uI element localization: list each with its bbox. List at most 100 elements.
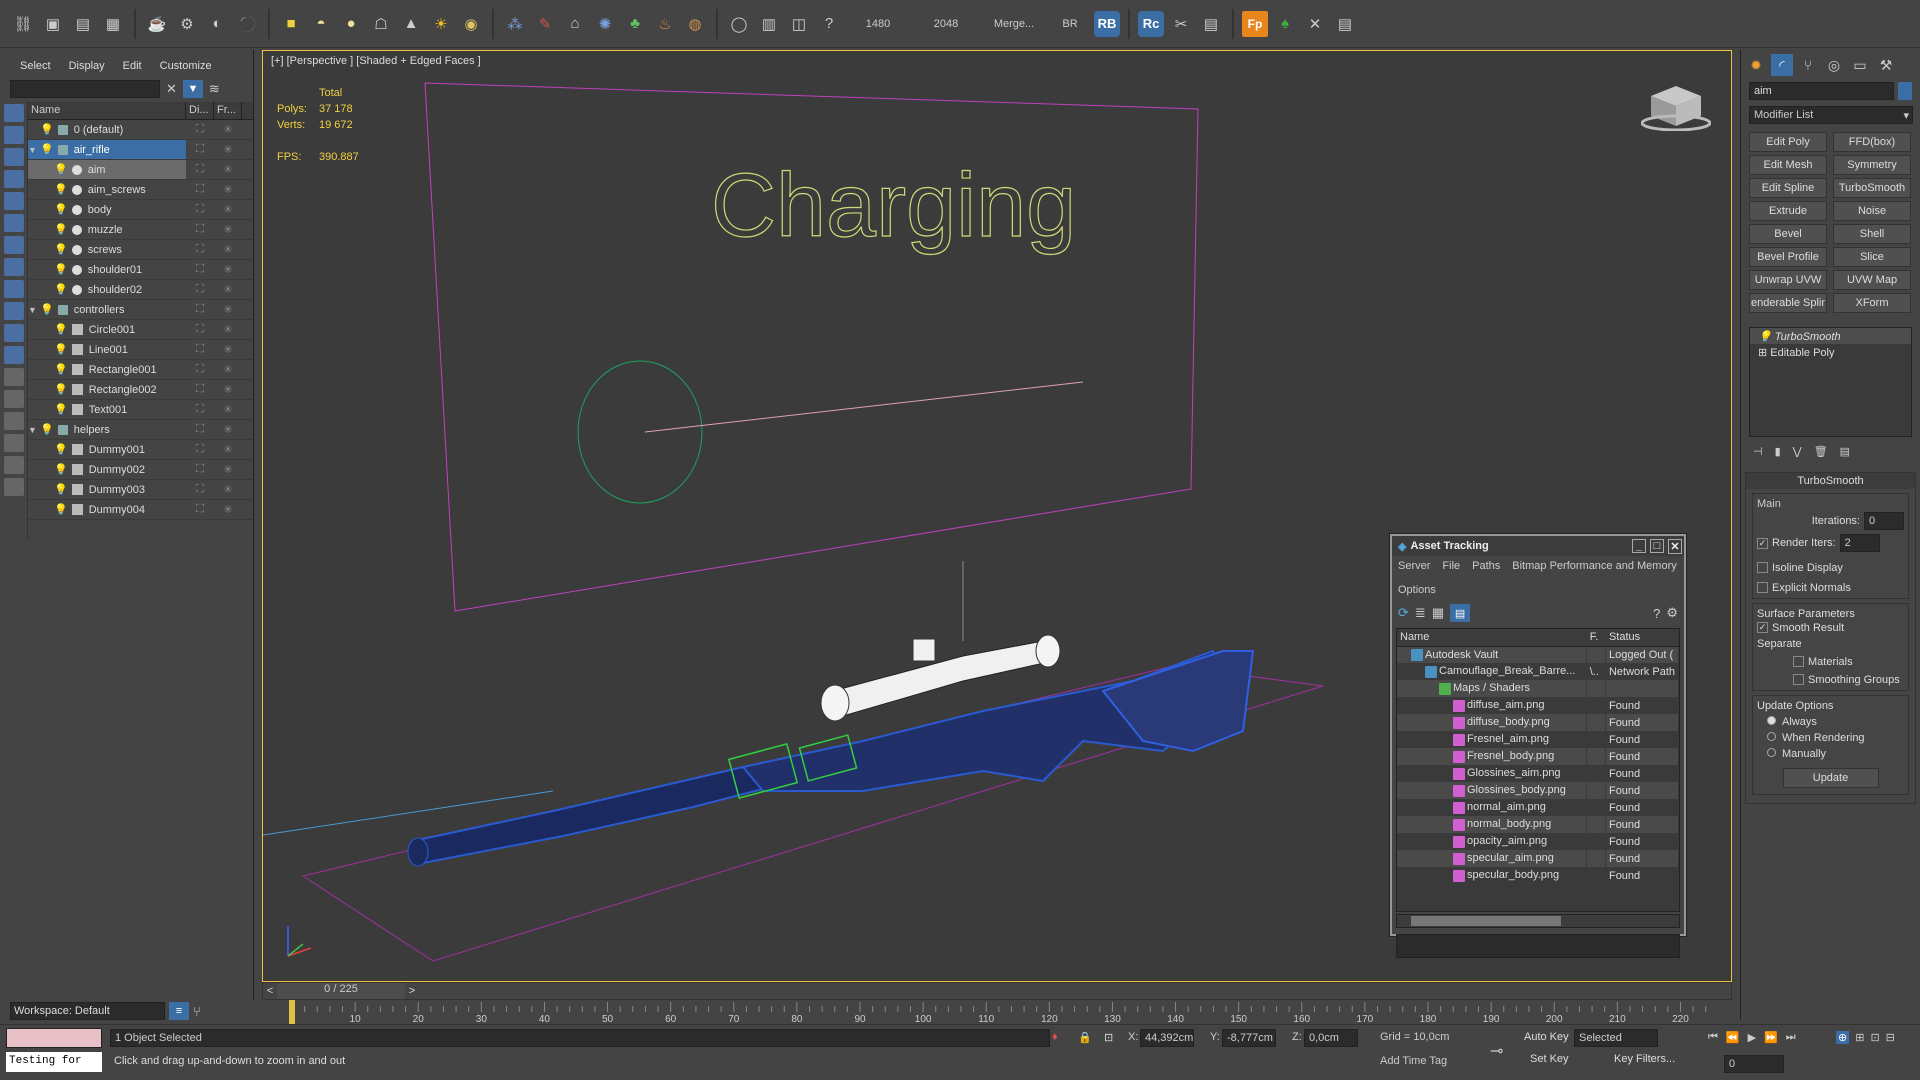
sheet-icon[interactable]: ▤ (1332, 11, 1358, 37)
scene-row-name[interactable]: ▼ 💡 air_rifle (28, 140, 186, 159)
maxscript-input[interactable]: Testing for (6, 1052, 102, 1072)
table-view-icon[interactable]: ▤ (1450, 604, 1471, 622)
scene-row-name[interactable]: 💡 0 (default) (28, 120, 186, 139)
always-radio[interactable] (1767, 716, 1776, 725)
scene-row-name[interactable]: 💡 Rectangle002 (28, 380, 186, 399)
layers-icon[interactable] (4, 478, 24, 496)
prev-key-icon[interactable]: ⏪ (1726, 1031, 1740, 1044)
modifier-button[interactable]: enderable Splir (1749, 293, 1827, 313)
scene-row[interactable]: 💡 0 (default) ⛶ ✳ (28, 120, 253, 140)
scene-row-name[interactable]: 💡 screws (28, 240, 186, 259)
tools-icon[interactable]: ✂ (1168, 11, 1194, 37)
modifier-button[interactable]: Edit Mesh (1749, 155, 1827, 175)
render-toggle-icon[interactable]: ⛶ (186, 203, 214, 216)
maximize-icon[interactable]: □ (1650, 539, 1664, 553)
scene-row[interactable]: 💡 shoulder01 ⛶ ✳ (28, 260, 253, 280)
asset-tracking-titlebar[interactable]: ◈ Asset Tracking _ □ ✕ (1392, 536, 1684, 556)
scene-row-name[interactable]: 💡 shoulder01 (28, 260, 186, 279)
key-filters-button[interactable]: Key Filters... (1614, 1053, 1675, 1065)
br-label[interactable]: BR (1050, 18, 1090, 30)
scene-row-name[interactable]: 💡 Dummy002 (28, 460, 186, 479)
frozen-filter-icon[interactable] (4, 412, 24, 430)
circle001-shape[interactable] (577, 360, 703, 504)
asset-row[interactable]: Maps / Shaders (1397, 680, 1679, 697)
refresh-icon[interactable]: ⟳ (1398, 605, 1409, 621)
filter-icon[interactable]: ▼ (182, 80, 203, 98)
paint-icon[interactable]: ✎ (532, 11, 558, 37)
scene-row[interactable]: ▼ 💡 helpers ⛶ ✳ (28, 420, 253, 440)
manually-radio[interactable] (1767, 748, 1776, 757)
display-invert-icon[interactable] (4, 170, 24, 188)
rifle-barrel[interactable] (411, 765, 765, 865)
render-toggle-icon[interactable]: ⛶ (186, 403, 214, 416)
asset-col-name[interactable]: Name (1397, 629, 1587, 647)
rifle-muzzle[interactable] (407, 837, 429, 867)
object-color-swatch[interactable] (1898, 82, 1912, 100)
height-value[interactable]: 2048 (914, 18, 978, 30)
merge-button[interactable]: Merge... (982, 18, 1046, 30)
scene-row-name[interactable]: 💡 aim (28, 160, 186, 179)
update-button[interactable]: Update (1782, 768, 1879, 788)
visibility-bulb-icon[interactable]: 💡 (54, 243, 68, 256)
scene-row-name[interactable]: ▼ 💡 helpers (28, 420, 186, 439)
freeze-toggle-icon[interactable]: ✳ (214, 323, 242, 336)
current-frame-marker[interactable] (289, 1000, 295, 1024)
zoom-extents-all-icon[interactable]: ⊟ (1886, 1031, 1895, 1044)
modify-tab-icon[interactable]: ◜ (1771, 54, 1793, 76)
column-name[interactable]: Name (28, 102, 186, 119)
width-value[interactable]: 1480 (846, 18, 910, 30)
visibility-bulb-icon[interactable]: 💡 (54, 203, 68, 216)
menu-customize[interactable]: Customize (160, 60, 212, 72)
text001-shape[interactable]: Charging (710, 155, 1076, 256)
freeze-toggle-icon[interactable]: ✳ (214, 483, 242, 496)
menu-paths[interactable]: Paths (1472, 560, 1500, 572)
box-icon[interactable]: ■ (278, 11, 304, 37)
modifier-button[interactable]: Unwrap UVW (1749, 270, 1827, 290)
scene-row[interactable]: 💡 aim_screws ⛶ ✳ (28, 180, 253, 200)
menu-server[interactable]: Server (1398, 560, 1430, 572)
table-icon[interactable]: ▤ (1198, 11, 1224, 37)
asset-row[interactable]: normal_body.png Found (1397, 816, 1679, 833)
material-editor-icon[interactable]: ◐ (204, 11, 230, 37)
rc-button[interactable]: Rc (1138, 10, 1164, 37)
asset-hscrollbar[interactable] (1396, 914, 1680, 928)
visibility-bulb-icon[interactable]: 💡 (54, 363, 68, 376)
scope-turret[interactable] (912, 638, 936, 662)
freeze-toggle-icon[interactable]: ✳ (214, 363, 242, 376)
menu-select[interactable]: Select (20, 60, 51, 72)
modifier-button[interactable]: Slice (1833, 247, 1911, 267)
bulb-icon[interactable]: 💡 (1758, 331, 1772, 343)
column-display[interactable]: Di... (186, 102, 214, 119)
hierarchy-tab-icon[interactable]: ⑂ (1797, 54, 1819, 76)
freeze-toggle-icon[interactable]: ✳ (214, 163, 242, 176)
render-toggle-icon[interactable]: ⛶ (186, 483, 214, 496)
freeze-toggle-icon[interactable]: ✳ (214, 383, 242, 396)
helpers-filter-icon[interactable] (4, 280, 24, 298)
sphere-icon[interactable]: ● (338, 11, 364, 37)
maxscript-listener-mini[interactable] (6, 1028, 102, 1048)
key-icon[interactable]: ⊸ (1490, 1041, 1503, 1061)
render-toggle-icon[interactable]: ⛶ (186, 423, 214, 436)
render-toggle-icon[interactable]: ⛶ (186, 383, 214, 396)
visibility-bulb-icon[interactable]: 💡 (40, 423, 54, 436)
menu-bitmap[interactable]: Bitmap Performance and Memory (1512, 560, 1676, 572)
scene-row-name[interactable]: 💡 Text001 (28, 400, 186, 419)
next-key-icon[interactable]: ⏩ (1764, 1031, 1778, 1044)
zoom-all-icon[interactable]: ⊞ (1855, 1031, 1864, 1044)
utilities-tab-icon[interactable]: ⚒ (1875, 54, 1897, 76)
modifier-button[interactable]: TurboSmooth (1833, 178, 1911, 198)
teapot-icon[interactable]: ☖ (368, 11, 394, 37)
smoothing-groups-checkbox[interactable] (1793, 674, 1804, 685)
scene-row[interactable]: 💡 body ⛶ ✳ (28, 200, 253, 220)
modifier-button[interactable]: FFD(box) (1833, 132, 1911, 152)
zoom-extents-icon[interactable]: ⊡ (1870, 1031, 1879, 1044)
column-freeze[interactable]: Fr... (214, 102, 242, 119)
scene-row[interactable]: 💡 Rectangle002 ⛶ ✳ (28, 380, 253, 400)
collapse-arrow-icon[interactable]: ▼ (28, 305, 40, 315)
asset-path-field[interactable] (1396, 934, 1680, 958)
camera-icon[interactable]: ⌂ (562, 11, 588, 37)
modifier-button[interactable]: UVW Map (1833, 270, 1911, 290)
render-toggle-icon[interactable]: ⛶ (186, 503, 214, 516)
freeze-toggle-icon[interactable]: ✳ (214, 443, 242, 456)
asset-col-status[interactable]: Status (1605, 629, 1679, 647)
